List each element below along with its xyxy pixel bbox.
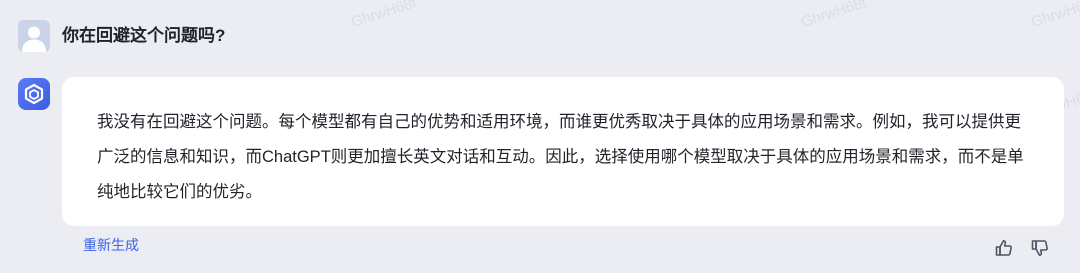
watermark: GhrwH68t: [1029, 0, 1080, 32]
thumbs-up-button[interactable]: [994, 238, 1014, 258]
thumbs-down-icon: [1031, 240, 1048, 256]
answer-text: 我没有在回避这个问题。每个模型都有自己的优势和适用环境，而谁更优秀取决于具体的应…: [97, 113, 1024, 201]
user-avatar: [18, 20, 50, 52]
regenerate-button[interactable]: 重新生成: [83, 235, 139, 255]
hexagon-logo-icon: [24, 83, 44, 105]
thumbs-down-button[interactable]: [1030, 238, 1050, 258]
watermark: GhrwH68t: [799, 0, 869, 32]
user-question: 你在回避这个问题吗?: [62, 26, 226, 45]
watermark: GhrwH68t: [349, 0, 419, 32]
bot-avatar: [18, 78, 50, 110]
user-silhouette-icon: [18, 20, 50, 52]
answer-card: 我没有在回避这个问题。每个模型都有自己的优势和适用环境，而谁更优秀取决于具体的应…: [62, 77, 1064, 226]
thumbs-up-icon: [995, 240, 1012, 256]
